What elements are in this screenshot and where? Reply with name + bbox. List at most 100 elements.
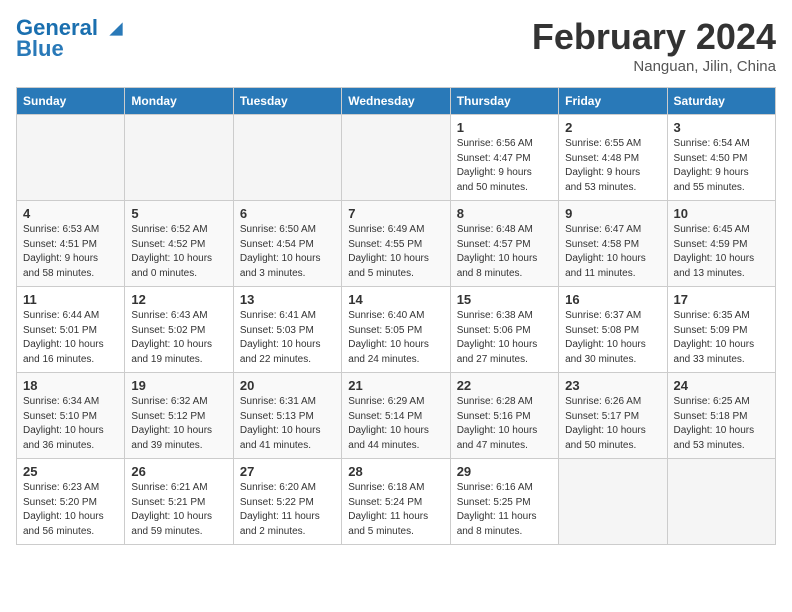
day-number: 3 [674, 120, 769, 135]
day-number: 11 [23, 292, 118, 307]
day-number: 9 [565, 206, 660, 221]
calendar-cell: 22 Sunrise: 6:28 AM Sunset: 5:16 PM Dayli… [450, 373, 558, 459]
day-detail: Sunrise: 6:32 AM Sunset: 5:12 PM Dayligh… [131, 395, 226, 453]
day-number: 6 [240, 206, 335, 221]
day-detail: Sunrise: 6:16 AM Sunset: 5:25 PM Dayligh… [457, 481, 552, 539]
day-detail: Sunrise: 6:56 AM Sunset: 4:47 PM Dayligh… [457, 137, 552, 195]
day-detail: Sunrise: 6:34 AM Sunset: 5:10 PM Dayligh… [23, 395, 118, 453]
day-number: 19 [131, 378, 226, 393]
week-row-1: 1 Sunrise: 6:56 AM Sunset: 4:47 PM Daylig… [17, 115, 776, 201]
day-detail: Sunrise: 6:55 AM Sunset: 4:48 PM Dayligh… [565, 137, 660, 195]
calendar-cell: 11 Sunrise: 6:44 AM Sunset: 5:01 PM Dayli… [17, 287, 125, 373]
day-detail: Sunrise: 6:37 AM Sunset: 5:08 PM Dayligh… [565, 309, 660, 367]
day-number: 16 [565, 292, 660, 307]
day-number: 4 [23, 206, 118, 221]
day-number: 27 [240, 464, 335, 479]
day-detail: Sunrise: 6:45 AM Sunset: 4:59 PM Dayligh… [674, 223, 769, 281]
day-number: 20 [240, 378, 335, 393]
weekday-header-row: SundayMondayTuesdayWednesdayThursdayFrid… [17, 88, 776, 115]
day-number: 29 [457, 464, 552, 479]
day-detail: Sunrise: 6:52 AM Sunset: 4:52 PM Dayligh… [131, 223, 226, 281]
day-number: 26 [131, 464, 226, 479]
calendar-cell [233, 115, 341, 201]
calendar-cell: 3 Sunrise: 6:54 AM Sunset: 4:50 PM Daylig… [667, 115, 775, 201]
day-number: 12 [131, 292, 226, 307]
day-detail: Sunrise: 6:53 AM Sunset: 4:51 PM Dayligh… [23, 223, 118, 281]
week-row-2: 4 Sunrise: 6:53 AM Sunset: 4:51 PM Daylig… [17, 201, 776, 287]
day-number: 1 [457, 120, 552, 135]
day-number: 2 [565, 120, 660, 135]
day-detail: Sunrise: 6:29 AM Sunset: 5:14 PM Dayligh… [348, 395, 443, 453]
logo: General Blue [16, 16, 126, 62]
day-number: 15 [457, 292, 552, 307]
day-detail: Sunrise: 6:23 AM Sunset: 5:20 PM Dayligh… [23, 481, 118, 539]
day-detail: Sunrise: 6:25 AM Sunset: 5:18 PM Dayligh… [674, 395, 769, 453]
day-detail: Sunrise: 6:20 AM Sunset: 5:22 PM Dayligh… [240, 481, 335, 539]
calendar-cell: 27 Sunrise: 6:20 AM Sunset: 5:22 PM Dayli… [233, 459, 341, 545]
day-detail: Sunrise: 6:26 AM Sunset: 5:17 PM Dayligh… [565, 395, 660, 453]
day-number: 21 [348, 378, 443, 393]
location: Nanguan, Jilin, China [532, 58, 776, 75]
week-row-5: 25 Sunrise: 6:23 AM Sunset: 5:20 PM Dayli… [17, 459, 776, 545]
calendar-cell: 7 Sunrise: 6:49 AM Sunset: 4:55 PM Daylig… [342, 201, 450, 287]
day-detail: Sunrise: 6:49 AM Sunset: 4:55 PM Dayligh… [348, 223, 443, 281]
calendar-cell: 23 Sunrise: 6:26 AM Sunset: 5:17 PM Dayli… [559, 373, 667, 459]
weekday-header-monday: Monday [125, 88, 233, 115]
month-title: February 2024 [532, 16, 776, 58]
weekday-header-wednesday: Wednesday [342, 88, 450, 115]
calendar-cell: 28 Sunrise: 6:18 AM Sunset: 5:24 PM Dayli… [342, 459, 450, 545]
calendar-cell: 5 Sunrise: 6:52 AM Sunset: 4:52 PM Daylig… [125, 201, 233, 287]
day-number: 8 [457, 206, 552, 221]
calendar-cell [559, 459, 667, 545]
weekday-header-friday: Friday [559, 88, 667, 115]
day-detail: Sunrise: 6:41 AM Sunset: 5:03 PM Dayligh… [240, 309, 335, 367]
calendar-cell: 1 Sunrise: 6:56 AM Sunset: 4:47 PM Daylig… [450, 115, 558, 201]
day-detail: Sunrise: 6:54 AM Sunset: 4:50 PM Dayligh… [674, 137, 769, 195]
day-detail: Sunrise: 6:28 AM Sunset: 5:16 PM Dayligh… [457, 395, 552, 453]
title-block: February 2024 Nanguan, Jilin, China [532, 16, 776, 75]
day-number: 24 [674, 378, 769, 393]
calendar-cell: 26 Sunrise: 6:21 AM Sunset: 5:21 PM Dayli… [125, 459, 233, 545]
weekday-header-sunday: Sunday [17, 88, 125, 115]
day-detail: Sunrise: 6:38 AM Sunset: 5:06 PM Dayligh… [457, 309, 552, 367]
calendar-cell: 2 Sunrise: 6:55 AM Sunset: 4:48 PM Daylig… [559, 115, 667, 201]
calendar-cell: 29 Sunrise: 6:16 AM Sunset: 5:25 PM Dayli… [450, 459, 558, 545]
day-number: 22 [457, 378, 552, 393]
calendar-cell: 9 Sunrise: 6:47 AM Sunset: 4:58 PM Daylig… [559, 201, 667, 287]
day-detail: Sunrise: 6:35 AM Sunset: 5:09 PM Dayligh… [674, 309, 769, 367]
calendar-cell: 21 Sunrise: 6:29 AM Sunset: 5:14 PM Dayli… [342, 373, 450, 459]
day-detail: Sunrise: 6:18 AM Sunset: 5:24 PM Dayligh… [348, 481, 443, 539]
day-number: 10 [674, 206, 769, 221]
weekday-header-thursday: Thursday [450, 88, 558, 115]
day-number: 17 [674, 292, 769, 307]
page-header: General Blue February 2024 Nanguan, Jili… [16, 16, 776, 75]
day-number: 18 [23, 378, 118, 393]
calendar-cell [342, 115, 450, 201]
day-number: 7 [348, 206, 443, 221]
calendar-cell [125, 115, 233, 201]
calendar-cell: 4 Sunrise: 6:53 AM Sunset: 4:51 PM Daylig… [17, 201, 125, 287]
calendar-cell [17, 115, 125, 201]
weekday-header-tuesday: Tuesday [233, 88, 341, 115]
calendar-cell: 20Sunrise: 6:31 AM Sunset: 5:13 PM Dayli… [233, 373, 341, 459]
calendar-cell: 15 Sunrise: 6:38 AM Sunset: 5:06 PM Dayli… [450, 287, 558, 373]
day-number: 25 [23, 464, 118, 479]
day-number: 5 [131, 206, 226, 221]
calendar-cell: 17 Sunrise: 6:35 AM Sunset: 5:09 PM Dayli… [667, 287, 775, 373]
day-detail: Sunrise: 6:44 AM Sunset: 5:01 PM Dayligh… [23, 309, 118, 367]
calendar-cell: 24 Sunrise: 6:25 AM Sunset: 5:18 PM Dayli… [667, 373, 775, 459]
calendar-cell: 12 Sunrise: 6:43 AM Sunset: 5:02 PM Dayli… [125, 287, 233, 373]
day-number: 23 [565, 378, 660, 393]
day-number: 14 [348, 292, 443, 307]
day-detail: Sunrise: 6:47 AM Sunset: 4:58 PM Dayligh… [565, 223, 660, 281]
day-detail: Sunrise: 6:43 AM Sunset: 5:02 PM Dayligh… [131, 309, 226, 367]
day-number: 28 [348, 464, 443, 479]
week-row-3: 11 Sunrise: 6:44 AM Sunset: 5:01 PM Dayli… [17, 287, 776, 373]
calendar-cell: 14Sunrise: 6:40 AM Sunset: 5:05 PM Dayli… [342, 287, 450, 373]
calendar-cell: 8 Sunrise: 6:48 AM Sunset: 4:57 PM Daylig… [450, 201, 558, 287]
day-detail: Sunrise: 6:21 AM Sunset: 5:21 PM Dayligh… [131, 481, 226, 539]
day-detail: Sunrise: 6:48 AM Sunset: 4:57 PM Dayligh… [457, 223, 552, 281]
calendar-cell [667, 459, 775, 545]
calendar-cell: 10 Sunrise: 6:45 AM Sunset: 4:59 PM Dayli… [667, 201, 775, 287]
calendar-table: SundayMondayTuesdayWednesdayThursdayFrid… [16, 87, 776, 545]
